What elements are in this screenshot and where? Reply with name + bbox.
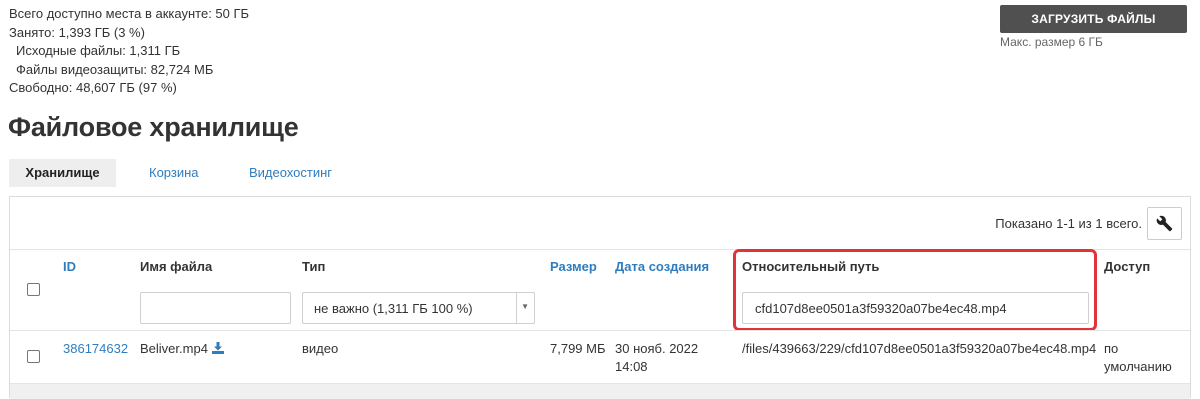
- upload-size-hint: Макс. размер 6 ГБ: [1000, 35, 1103, 49]
- row-created-time: 14:08: [615, 359, 648, 374]
- row-divider: [10, 330, 1190, 331]
- tab-storage[interactable]: Хранилище: [9, 159, 116, 187]
- storage-quota: Всего доступно места в аккаунте: 50 ГБ З…: [9, 5, 249, 98]
- column-header-name: Имя файла: [140, 259, 213, 274]
- type-filter-value: не важно (1,311 ГБ 100 %): [314, 301, 473, 316]
- column-header-size[interactable]: Размер: [550, 259, 597, 274]
- table-settings-button[interactable]: [1147, 207, 1182, 240]
- row-checkbox[interactable]: [27, 350, 40, 363]
- row-file-name-text: Beliver.mp4: [140, 341, 208, 356]
- select-all-checkbox[interactable]: [27, 283, 40, 296]
- type-filter-select[interactable]: не важно (1,311 ГБ 100 %) ▼: [302, 292, 535, 324]
- row-type: видео: [302, 341, 339, 356]
- quota-total: Всего доступно места в аккаунте: 50 ГБ: [9, 6, 250, 21]
- quota-protection-files: Файлы видеозащиты: 82,724 МБ: [16, 61, 214, 77]
- shown-count: Показано 1-1 из 1 всего.: [995, 216, 1142, 231]
- column-header-id[interactable]: ID: [63, 259, 76, 274]
- row-file-name: Beliver.mp4: [140, 340, 224, 358]
- column-header-type: Тип: [302, 259, 326, 274]
- row-access-line2: умолчанию: [1104, 359, 1172, 374]
- row-id-link[interactable]: 386174632: [63, 340, 128, 358]
- quota-source-files: Исходные файлы: 1,311 ГБ: [16, 43, 181, 59]
- row-created-date: 30 нояб. 2022: [615, 341, 699, 356]
- column-header-access: Доступ: [1104, 259, 1151, 274]
- tab-video-hosting[interactable]: Видеохостинг: [249, 159, 332, 187]
- row-size: 7,799 МБ: [550, 341, 606, 356]
- upload-files-button[interactable]: ЗАГРУЗИТЬ ФАЙЛЫ: [1000, 5, 1187, 33]
- select-divider: [516, 293, 517, 323]
- tab-trash[interactable]: Корзина: [149, 159, 199, 187]
- download-icon[interactable]: [211, 342, 224, 354]
- wrench-icon: [1156, 215, 1173, 232]
- name-filter-input[interactable]: [140, 292, 291, 324]
- files-table-panel: Показано 1-1 из 1 всего. ID Имя файла Ти…: [9, 196, 1191, 399]
- row-path: /files/439663/229/cfd107d8ee0501a3f59320…: [742, 341, 1097, 356]
- row-created: 30 нояб. 2022 14:08: [615, 340, 698, 376]
- row-access: по умолчанию: [1104, 340, 1172, 376]
- page-title: Файловое хранилище: [8, 112, 299, 142]
- column-header-created[interactable]: Дата создания: [615, 259, 709, 274]
- quota-used: Занято: 1,393 ГБ (3 %): [9, 24, 145, 40]
- row-access-line1: по: [1104, 341, 1119, 356]
- chevron-down-icon: ▼: [521, 302, 529, 311]
- path-column-highlight: [733, 249, 1097, 331]
- table-footer: [10, 383, 1190, 399]
- quota-free: Свободно: 48,607 ГБ (97 %): [9, 80, 177, 96]
